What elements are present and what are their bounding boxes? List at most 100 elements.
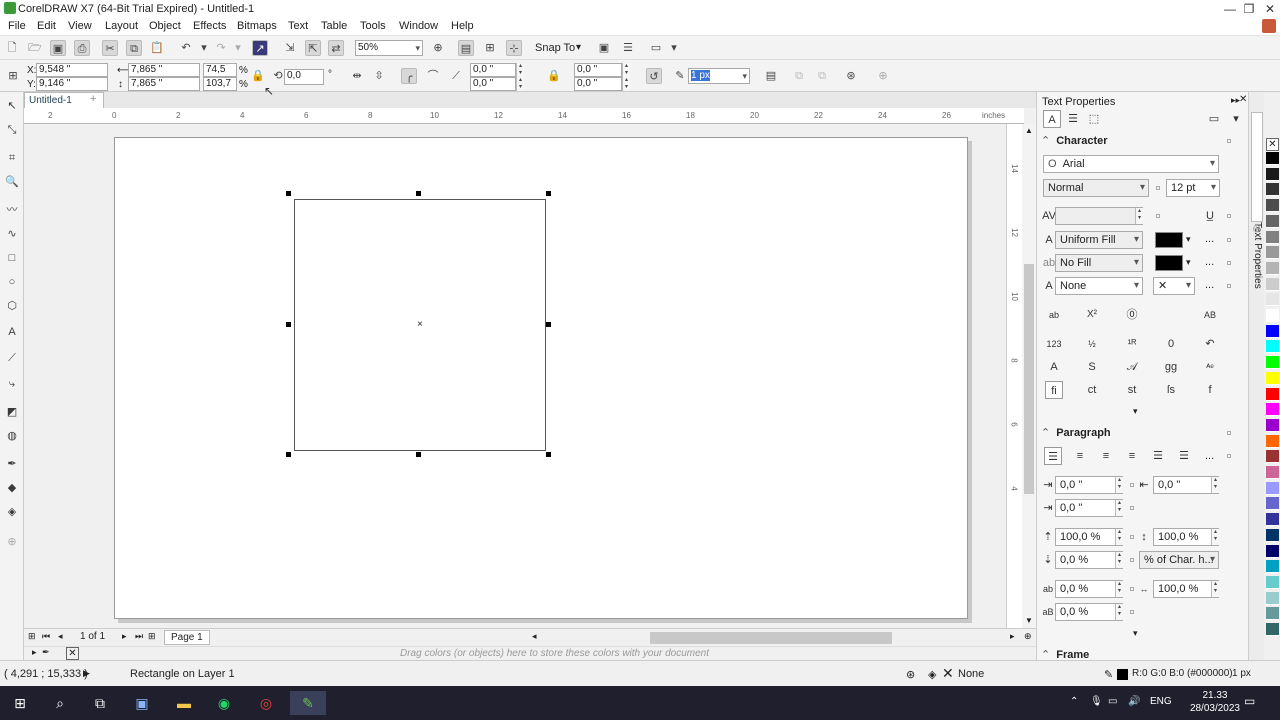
add-page-after-icon[interactable]: ⊞: [148, 631, 156, 642]
mirror-horizontal-icon[interactable]: ⇹: [349, 68, 365, 84]
palette-color-swatch[interactable]: [1266, 183, 1279, 197]
network-icon[interactable]: ▭: [1108, 696, 1117, 707]
center-align-icon[interactable]: ≡: [1097, 447, 1115, 465]
palette-color-swatch[interactable]: [1266, 466, 1279, 479]
palette-color-swatch[interactable]: [1266, 560, 1279, 574]
background-fill-dropdown[interactable]: No Fill: [1055, 254, 1143, 272]
zoom-to-page-icon[interactable]: ⊕: [430, 40, 446, 56]
export-icon[interactable]: ⇱: [305, 40, 321, 56]
corner-radius-top-right[interactable]: 0,0 ": [574, 63, 622, 77]
selection-handle[interactable]: [546, 191, 551, 196]
left-indent-field[interactable]: 0,0 ": [1153, 476, 1219, 494]
palette-color-swatch[interactable]: [1266, 607, 1279, 621]
page-tab-1[interactable]: Page 1: [164, 630, 210, 645]
palette-color-swatch[interactable]: [1266, 246, 1279, 260]
freehand-tool-icon[interactable]: 〰: [4, 202, 20, 218]
snap-to-dropdown[interactable]: Snap To: [535, 42, 575, 54]
transparency-icon[interactable]: ◍: [4, 428, 20, 444]
wrap-text-icon[interactable]: ▤: [763, 68, 779, 84]
outline-width-dropdown-docker[interactable]: None: [1055, 277, 1143, 295]
to-back-icon[interactable]: ⧉: [814, 68, 830, 84]
left-align-icon[interactable]: ≡: [1071, 447, 1089, 465]
application-launcher-icon[interactable]: ☰: [620, 40, 636, 56]
text-color-dropdown-icon[interactable]: ▾: [1186, 234, 1191, 245]
copy-icon[interactable]: ⧉: [126, 40, 142, 56]
vertical-ruler[interactable]: 14 12 10 8 6 4: [1006, 124, 1022, 628]
background-color-dropdown-icon[interactable]: ▾: [1186, 257, 1191, 268]
smart-fill-icon[interactable]: ◈: [4, 504, 20, 520]
artistic-media-icon[interactable]: ∿: [4, 226, 20, 242]
outline-status[interactable]: R:0 G:0 B:0 (#000000): [1132, 668, 1233, 679]
eyedropper-icon[interactable]: ✒: [4, 456, 20, 472]
vertical-scroll-thumb[interactable]: [1024, 264, 1034, 494]
outline-color-dropdown[interactable]: ✕: [1153, 277, 1195, 295]
font-list-dropdown[interactable]: O Arial: [1043, 155, 1219, 173]
windows-start-icon[interactable]: ⊞: [8, 691, 32, 715]
selection-handle[interactable]: [286, 191, 291, 196]
scale-y-field[interactable]: 103,7: [203, 77, 237, 91]
palette-color-swatch[interactable]: [1266, 575, 1279, 589]
corner-tl-spinner[interactable]: ▴ ▾: [516, 63, 524, 77]
paragraph-section-header[interactable]: Paragraph: [1041, 426, 1237, 442]
long-f-icon[interactable]: f: [1201, 381, 1219, 399]
palette-color-swatch[interactable]: [1266, 513, 1279, 527]
status-menu-icon[interactable]: ▶: [83, 668, 90, 679]
interactive-fill-icon[interactable]: ◆: [4, 480, 20, 496]
menu-effects[interactable]: Effects: [193, 20, 226, 32]
add-docker-icon[interactable]: ⊕: [1252, 222, 1261, 235]
to-front-icon[interactable]: ⧉: [791, 68, 807, 84]
add-page-before-icon[interactable]: ⊞: [28, 631, 36, 642]
outline-settings-button[interactable]: ...: [1205, 279, 1214, 291]
fill-type-dropdown[interactable]: Uniform Fill: [1055, 231, 1143, 249]
right-align-icon[interactable]: ≡: [1123, 447, 1141, 465]
file-explorer-icon[interactable]: ▬: [172, 691, 196, 715]
spacing-before-field[interactable]: 100,0 %: [1055, 528, 1123, 546]
welcome-screen-icon[interactable]: ▭: [648, 40, 664, 56]
coreldraw-taskbar-icon[interactable]: ✎: [290, 691, 326, 715]
uppercase-icon[interactable]: ab: [1045, 306, 1063, 324]
bg-fill-settings-button[interactable]: ...: [1205, 256, 1214, 268]
palette-no-color-swatch[interactable]: ✕: [1266, 138, 1279, 151]
palette-menu-icon[interactable]: ▸: [32, 647, 37, 658]
force-justify-icon[interactable]: ☰: [1175, 447, 1193, 465]
selection-handle[interactable]: [546, 322, 551, 327]
selection-handle[interactable]: [286, 322, 291, 327]
menu-table[interactable]: Table: [321, 20, 347, 32]
import-icon[interactable]: ⇲: [282, 40, 298, 56]
palette-color-swatch[interactable]: [1266, 528, 1279, 542]
show-grid-icon[interactable]: ⊹: [506, 40, 522, 56]
palette-eyedropper-icon[interactable]: ✒: [42, 647, 50, 658]
corner-bl-spinner[interactable]: ▴ ▾: [516, 77, 524, 91]
taskbar-search-icon[interactable]: ⌕: [48, 691, 72, 715]
palette-color-swatch[interactable]: [1266, 623, 1279, 636]
long-s-icon[interactable]: ſs: [1162, 381, 1180, 399]
menu-edit[interactable]: Edit: [37, 20, 56, 32]
document-palette[interactable]: ▸ ✒ ✕ Drag colors (or objects) here to s…: [24, 646, 1036, 660]
show-hidden-icons[interactable]: ⌃: [1070, 696, 1078, 707]
quick-customize-icon[interactable]: ⊕: [875, 68, 891, 84]
scroll-left-icon[interactable]: ◂: [532, 631, 537, 642]
scroll-right-icon[interactable]: ▸: [1010, 631, 1015, 642]
lock-corners-icon[interactable]: 🔒: [546, 68, 562, 84]
scroll-down-icon[interactable]: ▼: [1025, 616, 1033, 625]
menu-object[interactable]: Object: [149, 20, 181, 32]
paragraph-settings-button[interactable]: ...: [1205, 450, 1214, 462]
ordinals-icon[interactable]: ⓪: [1123, 306, 1141, 324]
palette-color-swatch[interactable]: [1266, 340, 1279, 354]
horizontal-scroll-thumb[interactable]: [650, 632, 892, 644]
add-tool-icon[interactable]: ⊕: [4, 534, 20, 550]
close-button[interactable]: ✕: [1258, 0, 1280, 18]
y-position-field[interactable]: 9,146 ": [36, 77, 108, 91]
palette-color-swatch[interactable]: [1266, 167, 1279, 181]
character-expand-icon[interactable]: ▾: [1133, 406, 1138, 417]
paste-icon[interactable]: 📋: [149, 40, 165, 56]
lock-ratio-icon[interactable]: 🔒: [250, 68, 266, 84]
polygon-tool-icon[interactable]: ⬡: [4, 298, 20, 314]
chamfered-corner-icon[interactable]: ⟋: [448, 68, 464, 84]
zoom-navigator-icon[interactable]: ⊕: [1024, 631, 1032, 642]
standard-ligatures-icon[interactable]: ﬁ: [1045, 381, 1063, 399]
first-line-indent-field[interactable]: 0,0 ": [1055, 476, 1123, 494]
corner-radius-bottom-right[interactable]: 0,0 ": [574, 77, 622, 91]
cut-icon[interactable]: ✂: [102, 40, 118, 56]
shape-tool-icon[interactable]: ⤡: [4, 122, 20, 138]
